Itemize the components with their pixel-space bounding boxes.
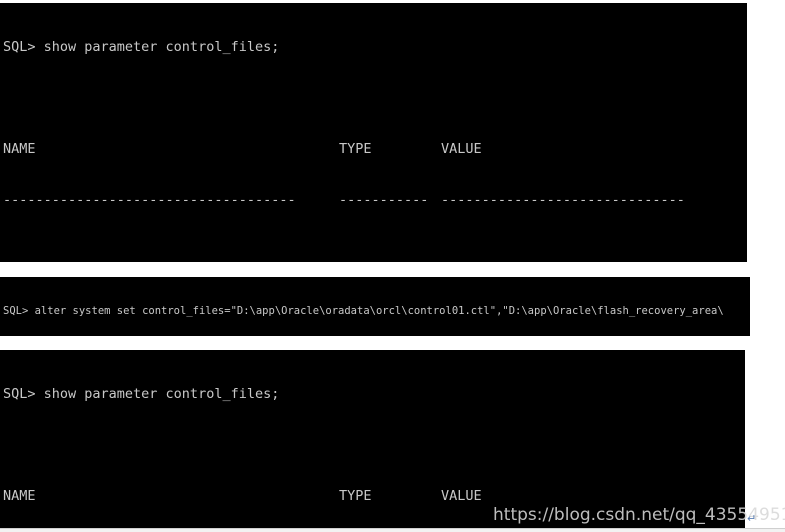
paragraph-mark-icon: ↵ <box>747 512 757 525</box>
spacer-line <box>3 243 747 260</box>
column-header-type: TYPE <box>339 141 372 157</box>
column-rule-value: ------------------------------ <box>441 192 685 208</box>
table-header-row: NAME TYPE VALUE <box>3 488 745 505</box>
terminal-block-second-show-parameter: SQL> show parameter control_files; NAME T… <box>0 350 745 528</box>
column-rule-type: ----------- <box>339 192 429 208</box>
sql-prompt-line: SQL> show parameter control_files; <box>3 39 280 55</box>
table-header-row: NAME TYPE VALUE <box>3 141 747 158</box>
terminal-block-alter-system: SQL> alter system set control_files="D:\… <box>0 277 750 336</box>
alter-system-command-line-1: SQL> alter system set control_files="D:\… <box>3 305 724 317</box>
column-rule-name: ------------------------------------ <box>3 192 296 208</box>
column-header-value: VALUE <box>441 141 482 157</box>
page-bottom-edge <box>0 528 785 532</box>
column-header-name: NAME <box>3 141 36 157</box>
column-header-value: VALUE <box>441 488 482 504</box>
table-rule-row: ------------------------------------ ----… <box>3 192 747 209</box>
terminal-block-first-show-parameter: SQL> show parameter control_files; NAME T… <box>0 3 747 262</box>
spacer-line <box>3 90 747 107</box>
column-header-type: TYPE <box>339 488 372 504</box>
sql-prompt-line: SQL> show parameter control_files; <box>3 386 280 402</box>
spacer-line <box>3 437 745 454</box>
column-header-name: NAME <box>3 488 36 504</box>
